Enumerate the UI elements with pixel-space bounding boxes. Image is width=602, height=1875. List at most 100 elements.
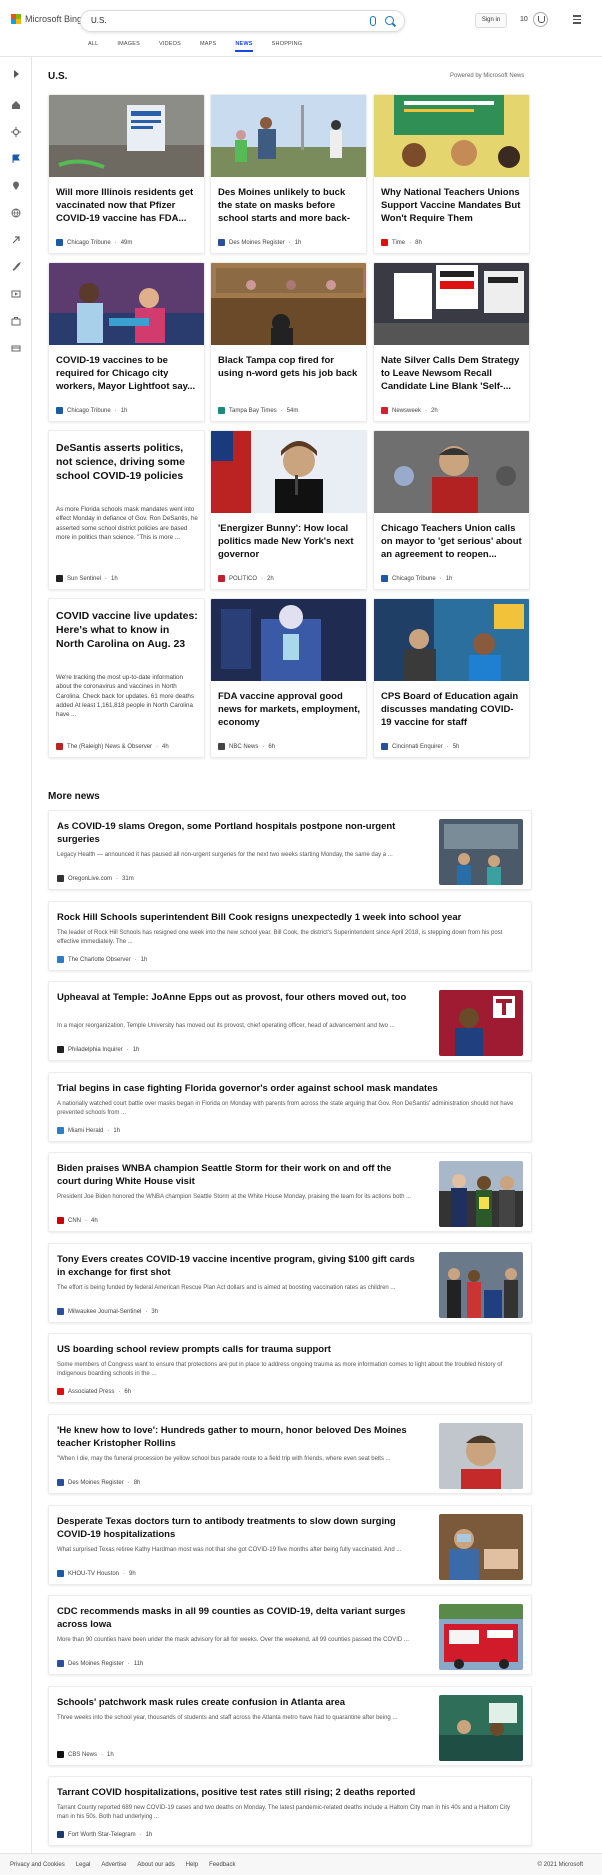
news-card-image[interactable] <box>49 95 205 177</box>
news-card-title[interactable]: Nate Silver Calls Dem Strategy to Leave … <box>381 354 524 393</box>
more-news-item[interactable]: US boarding school review prompts calls … <box>48 1333 532 1403</box>
news-card-source[interactable]: Chicago Tribune · 49m <box>56 239 132 246</box>
news-item-source[interactable]: Fort Worth Star-Telegram · 1h <box>57 1831 152 1838</box>
news-card-title[interactable]: Will more Illinois residents get vaccina… <box>56 186 199 225</box>
news-card-title[interactable]: Des Moines unlikely to buck the state on… <box>218 186 361 225</box>
news-item-thumbnail[interactable] <box>439 819 523 885</box>
more-news-item[interactable]: Schools' patchwork mask rules create con… <box>48 1686 532 1766</box>
news-item-title[interactable]: Desperate Texas doctors turn to antibody… <box>57 1515 417 1541</box>
rewards-points[interactable]: 10 <box>520 16 528 23</box>
more-news-item[interactable]: Desperate Texas doctors turn to antibody… <box>48 1505 532 1585</box>
footer-link[interactable]: Legal <box>76 1862 91 1868</box>
sign-in-button[interactable]: Sign in <box>475 13 507 28</box>
news-card-title[interactable]: CPS Board of Education again discusses m… <box>381 690 524 729</box>
news-item-source[interactable]: Milwaukee Journal-Sentinel · 3h <box>57 1308 158 1315</box>
hamburger-menu-icon[interactable] <box>573 15 581 26</box>
more-news-item[interactable]: 'He knew how to love': Hundreds gather t… <box>48 1414 532 1494</box>
news-card[interactable]: Black Tampa cop fired for using n-word g… <box>210 262 367 422</box>
microphone-icon[interactable] <box>370 16 376 26</box>
news-item-source[interactable]: Des Moines Register · 11h <box>57 1660 143 1667</box>
news-card[interactable]: COVID vaccine live updates: Here's what … <box>48 598 205 758</box>
bing-logo[interactable]: Microsoft Bing <box>11 14 82 24</box>
politics-icon[interactable] <box>11 235 21 245</box>
news-card[interactable]: Why National Teachers Unions Support Vac… <box>373 94 530 254</box>
news-card-title[interactable]: Black Tampa cop fired for using n-word g… <box>218 354 361 380</box>
tab-maps[interactable]: MAPS <box>200 41 216 52</box>
home-icon[interactable] <box>11 100 21 110</box>
search-input[interactable]: U.S. <box>91 16 107 25</box>
news-item-title[interactable]: CDC recommends masks in all 99 counties … <box>57 1605 417 1631</box>
powered-by[interactable]: Powered by Microsoft News <box>450 73 524 79</box>
entertainment-icon[interactable] <box>11 289 21 299</box>
news-item-thumbnail[interactable] <box>439 1161 523 1227</box>
news-card[interactable]: Will more Illinois residents get vaccina… <box>48 94 205 254</box>
search-box[interactable]: U.S. <box>80 10 405 32</box>
news-item-title[interactable]: Rock Hill Schools superintendent Bill Co… <box>57 911 523 924</box>
footer-link[interactable]: Privacy and Cookies <box>10 1862 65 1868</box>
business-icon[interactable] <box>11 316 21 326</box>
news-card-image[interactable] <box>374 599 530 681</box>
news-item-source[interactable]: Miami Herald · 1h <box>57 1127 120 1134</box>
news-item-title[interactable]: Tarrant COVID hospitalizations, positive… <box>57 1786 523 1799</box>
news-card-image[interactable] <box>374 431 530 513</box>
footer-link[interactable]: Feedback <box>209 1862 235 1868</box>
news-item-thumbnail[interactable] <box>439 1252 523 1318</box>
news-item-thumbnail[interactable] <box>439 1695 523 1761</box>
news-card[interactable]: FDA vaccine approval good news for marke… <box>210 598 367 758</box>
expand-arrow-icon[interactable] <box>11 69 21 79</box>
more-news-item[interactable]: Tarrant COVID hospitalizations, positive… <box>48 1776 532 1846</box>
news-card-source[interactable]: Chicago Tribune · 1h <box>381 575 452 582</box>
rocket-icon[interactable] <box>11 262 21 272</box>
globe-icon[interactable] <box>11 208 21 218</box>
news-card-image[interactable] <box>211 431 367 513</box>
money-icon[interactable] <box>11 343 21 353</box>
news-item-title[interactable]: US boarding school review prompts calls … <box>57 1343 523 1356</box>
news-card[interactable]: DeSantis asserts politics, not science, … <box>48 430 205 590</box>
news-card-title[interactable]: FDA vaccine approval good news for marke… <box>218 690 361 729</box>
news-card-image[interactable] <box>211 95 367 177</box>
news-item-thumbnail[interactable] <box>439 1604 523 1670</box>
footer-link[interactable]: Advertise <box>101 1862 126 1868</box>
news-item-title[interactable]: Tony Evers creates COVID-19 vaccine ince… <box>57 1253 417 1279</box>
news-item-title[interactable]: Upheaval at Temple: JoAnne Epps out as p… <box>57 991 417 1004</box>
news-card-title[interactable]: Why National Teachers Unions Support Vac… <box>381 186 524 225</box>
tab-news[interactable]: NEWS <box>235 41 253 52</box>
tab-shopping[interactable]: SHOPPING <box>272 41 303 52</box>
news-item-thumbnail[interactable] <box>439 990 523 1056</box>
news-item-thumbnail[interactable] <box>439 1514 523 1580</box>
news-card-image[interactable] <box>211 599 367 681</box>
more-news-item[interactable]: Upheaval at Temple: JoAnne Epps out as p… <box>48 981 532 1061</box>
news-card-source[interactable]: Tampa Bay Times · 54m <box>218 407 298 414</box>
news-item-title[interactable]: Trial begins in case fighting Florida go… <box>57 1082 523 1095</box>
rewards-trophy-icon[interactable] <box>533 12 548 27</box>
news-card-source[interactable]: Des Moines Register · 1h <box>218 239 301 246</box>
more-news-item[interactable]: Biden praises WNBA champion Seattle Stor… <box>48 1152 532 1232</box>
news-item-title[interactable]: Biden praises WNBA champion Seattle Stor… <box>57 1162 417 1188</box>
news-item-source[interactable]: CBS News · 1h <box>57 1751 114 1758</box>
covid-icon[interactable] <box>11 127 21 137</box>
news-card[interactable]: CPS Board of Education again discusses m… <box>373 598 530 758</box>
footer-link[interactable]: About our ads <box>137 1862 174 1868</box>
news-card-source[interactable]: The (Raleigh) News & Observer · 4h <box>56 743 169 750</box>
news-item-title[interactable]: As COVID-19 slams Oregon, some Portland … <box>57 820 417 846</box>
news-card-title[interactable]: DeSantis asserts politics, not science, … <box>56 441 199 483</box>
tab-videos[interactable]: VIDEOS <box>159 41 181 52</box>
more-news-item[interactable]: Tony Evers creates COVID-19 vaccine ince… <box>48 1243 532 1323</box>
more-news-item[interactable]: Trial begins in case fighting Florida go… <box>48 1072 532 1142</box>
news-card[interactable]: Des Moines unlikely to buck the state on… <box>210 94 367 254</box>
news-item-source[interactable]: CNN · 4h <box>57 1217 98 1224</box>
news-item-title[interactable]: Schools' patchwork mask rules create con… <box>57 1696 417 1709</box>
news-item-title[interactable]: 'He knew how to love': Hundreds gather t… <box>57 1424 417 1450</box>
news-item-thumbnail[interactable] <box>439 1423 523 1489</box>
news-card-title[interactable]: Chicago Teachers Union calls on mayor to… <box>381 522 524 561</box>
news-card-source[interactable]: Chicago Tribune · 1h <box>56 407 127 414</box>
news-card-title[interactable]: COVID vaccine live updates: Here's what … <box>56 609 199 651</box>
news-card-image[interactable] <box>374 263 530 345</box>
news-card-image[interactable] <box>49 263 205 345</box>
news-card-source[interactable]: Cincinnati Enquirer · 5h <box>381 743 459 750</box>
more-news-item[interactable]: As COVID-19 slams Oregon, some Portland … <box>48 810 532 890</box>
news-item-source[interactable]: Philadelphia Inquirer · 1h <box>57 1046 139 1053</box>
news-card-source[interactable]: NBC News · 6h <box>218 743 275 750</box>
search-icon[interactable] <box>385 16 394 25</box>
news-item-source[interactable]: The Charlotte Observer · 1h <box>57 956 147 963</box>
